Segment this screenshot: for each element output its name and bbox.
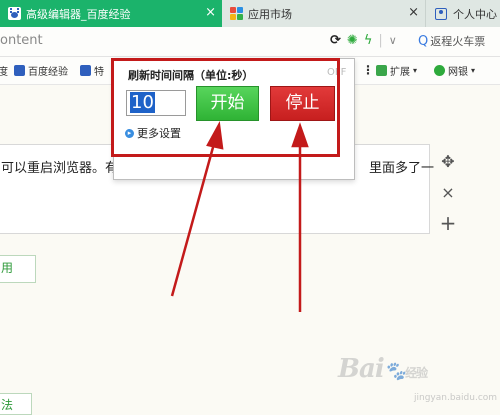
chevron-down-icon: ▾ (413, 66, 418, 75)
bookmark-baidu-jingyan[interactable]: 百度经验 (14, 63, 68, 78)
search-icon: Q (418, 33, 429, 49)
start-button[interactable]: 开始 (196, 86, 259, 121)
auto-refresh-icon[interactable]: ✺ (347, 33, 358, 48)
content-text-right: 里面多了一 (369, 161, 435, 176)
interval-input[interactable]: 10 (126, 90, 186, 116)
lightning-icon[interactable]: ϟ (364, 33, 373, 48)
refresh-icon[interactable]: ⟳ (330, 33, 341, 48)
move-icon[interactable]: ✥ (438, 152, 458, 171)
bookmark-label: 网银 (448, 67, 468, 78)
more-settings-link[interactable]: ▸ 更多设置 (125, 125, 181, 141)
bookmark-item[interactable]: 度 (0, 63, 8, 78)
tab-label: 应用市场 (248, 7, 292, 21)
chevron-down-icon[interactable]: ∨ (389, 34, 397, 47)
add-icon[interactable]: + (438, 211, 458, 235)
more-settings-label: 更多设置 (137, 127, 181, 140)
tab-label: 个人中心 (453, 7, 497, 21)
interval-value: 10 (130, 92, 155, 113)
bookmark-label: 特 (94, 67, 104, 78)
app-grid-icon (229, 7, 243, 21)
watermark-url: jingyan.baidu.com (414, 393, 498, 403)
arrow-right-icon: ▸ (125, 128, 134, 138)
chevron-down-icon: ▾ (471, 66, 476, 75)
shield-icon (434, 65, 445, 76)
content-button[interactable]: 法 (0, 393, 32, 415)
extensions-menu[interactable]: 扩展 ▾ (376, 63, 417, 78)
baidu-paw-icon (14, 65, 25, 76)
search-suggestion: 返程火车票 (430, 35, 486, 48)
more-menu[interactable]: ⋮ (362, 63, 374, 77)
user-icon (434, 7, 448, 21)
baidu-paw-icon (7, 7, 21, 21)
bookmark-label: 扩展 (390, 67, 410, 78)
close-icon[interactable]: × (205, 5, 216, 21)
bookmark-item[interactable]: 特 (80, 63, 104, 78)
netbank-menu[interactable]: 网银 ▾ (434, 63, 475, 78)
content-text-left: 可以重启浏览器。有 (1, 161, 119, 176)
bookmark-label: 百度经验 (28, 67, 68, 78)
popup-title: 刷新时间间隔（单位:秒） (128, 69, 254, 82)
tab-app-market[interactable]: 应用市场 × (222, 0, 426, 27)
baidu-watermark: Bai🐾经验 (338, 354, 428, 384)
close-icon[interactable]: × (408, 5, 419, 21)
puzzle-icon (376, 65, 387, 76)
tab-label: 高级编辑器_百度经验 (26, 7, 131, 21)
off-label: OFF (327, 67, 347, 78)
tab-personal-center[interactable]: 个人中心 (427, 0, 500, 27)
stop-button[interactable]: 停止 (270, 86, 335, 121)
address-bar: ontent ⟳ ✺ ϟ | ∨ Q 返程火车票 (0, 27, 500, 57)
content-button-label: 用 (1, 261, 14, 275)
baidu-paw-icon (80, 65, 91, 76)
content-button[interactable]: 用 (0, 255, 36, 283)
kebab-icon: ⋮ (362, 63, 374, 77)
bookmark-label: 度 (0, 67, 8, 78)
content-button-label: 法 (1, 398, 14, 412)
url-field[interactable]: ontent (0, 33, 43, 48)
address-bar-icons: ⟳ ✺ ϟ | ∨ (330, 33, 397, 48)
tab-baidu-editor[interactable]: 高级编辑器_百度经验 × (0, 0, 222, 27)
tab-bar: 高级编辑器_百度经验 × 应用市场 × 个人中心 (0, 0, 500, 27)
auto-refresh-popup: 刷新时间间隔（单位:秒） 10 开始 停止 ▸ 更多设置 (113, 58, 355, 180)
search-box[interactable]: Q 返程火车票 (418, 31, 500, 51)
close-icon[interactable]: × (438, 183, 458, 202)
divider: | (378, 33, 383, 48)
